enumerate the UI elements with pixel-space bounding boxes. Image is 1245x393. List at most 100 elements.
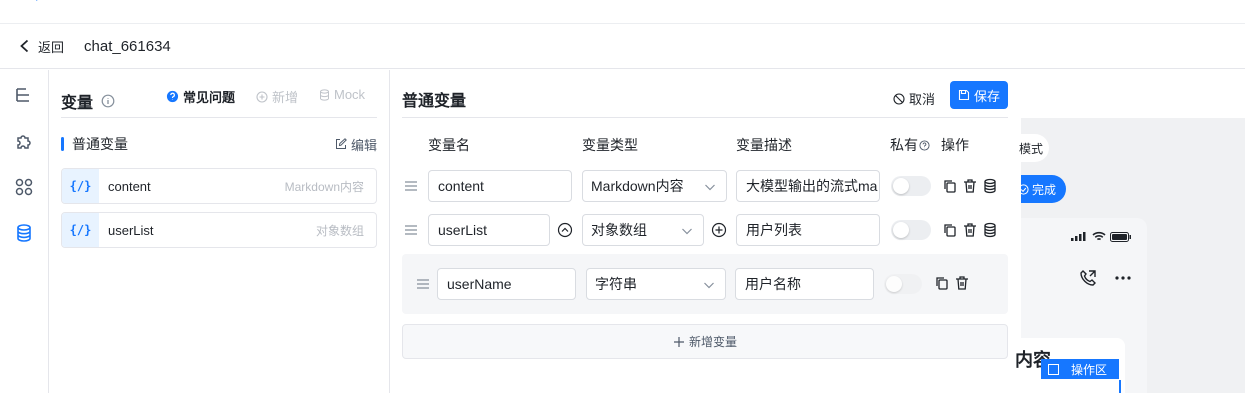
rail-item-components[interactable] (12, 175, 36, 199)
variable-name: userList (108, 222, 154, 238)
battery-icon (1110, 232, 1131, 242)
variable-description-input[interactable]: 用户列表 (736, 214, 880, 246)
rail-item-plugins[interactable] (12, 130, 36, 154)
plus-icon (673, 336, 684, 347)
done-label: 完成 (1032, 182, 1057, 197)
mode-label: 模式 (1019, 141, 1044, 156)
variable-row: userList 对象数组 用户列表 (402, 214, 1008, 246)
drag-handle-icon[interactable] (404, 225, 418, 235)
chevron-left-icon (20, 39, 29, 53)
save-icon (958, 89, 970, 101)
column-header-private-label: 私有 (890, 137, 918, 153)
chevron-down-icon (682, 228, 692, 235)
top-nav-fragment (36, 0, 38, 1)
variable-type-select[interactable]: 字符串 (586, 268, 726, 300)
mode-chip[interactable]: 模式 (1019, 134, 1049, 162)
section-title: 普通变量 (72, 136, 128, 152)
top-nav-strip (0, 0, 1245, 24)
edit-label: 编辑 (350, 137, 377, 153)
column-header-description: 变量描述 (736, 137, 792, 153)
back-label: 返回 (38, 39, 65, 55)
signal-icon (1071, 232, 1086, 241)
page-header: 返回 chat_661634 (0, 24, 1245, 69)
variable-item-content[interactable]: {/} content Markdown内容 (61, 168, 377, 204)
add-child-circle-icon[interactable] (711, 222, 727, 238)
rail-item-structure[interactable] (12, 84, 36, 108)
child-variable-row: userName 字符串 用户名称 (402, 254, 1008, 314)
rail-item-variables[interactable] (12, 221, 36, 245)
variable-name-input[interactable]: userList (428, 214, 550, 246)
database-icon (17, 224, 31, 242)
variable-type: 对象数组 (315, 223, 364, 238)
operation-zone-label: 操作区 (1071, 362, 1108, 377)
collapse-circle-icon[interactable] (557, 222, 573, 238)
variable-type-value: 字符串 (595, 276, 637, 292)
square-icon (1048, 363, 1059, 375)
database-icon (320, 88, 329, 101)
done-button[interactable]: 完成 (1018, 175, 1066, 203)
edit-icon (335, 138, 347, 149)
column-header-actions: 操作 (941, 137, 969, 153)
copy-icon[interactable] (934, 275, 950, 291)
variable-type: Markdown内容 (284, 179, 364, 194)
wifi-icon (1092, 231, 1106, 241)
variable-description-input[interactable]: 用户名称 (735, 268, 874, 300)
variables-panel-header: 变量 常见问题 新增 Mock (61, 84, 377, 118)
preview-area: 模式 完成 内容 操作区 (1015, 70, 1245, 393)
variable-name-input[interactable]: userName (437, 268, 576, 300)
trash-icon[interactable] (962, 178, 978, 194)
save-label: 保存 (973, 88, 1000, 104)
section-normal-variables: 普通变量 编辑 (61, 134, 377, 154)
chat-title: chat_661634 (84, 37, 171, 55)
phone-call-icon[interactable] (1079, 269, 1097, 287)
variable-type-select[interactable]: Markdown内容 (582, 170, 727, 202)
plus-circle-icon (256, 90, 268, 103)
selection-border (1119, 380, 1121, 393)
column-header-private: 私有 (890, 135, 930, 155)
variable-type-select[interactable]: 对象数组 (582, 214, 704, 246)
add-variable-button[interactable]: 新增变量 (402, 324, 1008, 359)
add-variable-label: 新增变量 (688, 335, 737, 349)
question-circle-icon[interactable] (919, 140, 930, 151)
add-label: 新增 (272, 90, 299, 105)
variable-type-badge: {/} (62, 169, 99, 203)
private-toggle-disabled[interactable] (884, 274, 922, 294)
variable-type-badge: {/} (62, 213, 99, 247)
mock-button-disabled[interactable]: Mock (319, 87, 365, 102)
save-button[interactable]: 保存 (950, 81, 1008, 109)
trash-icon[interactable] (954, 275, 970, 291)
database-icon[interactable] (982, 222, 998, 238)
chevron-down-icon (704, 282, 714, 289)
private-toggle[interactable] (891, 176, 931, 196)
copy-icon[interactable] (942, 222, 958, 238)
edit-button[interactable]: 编辑 (335, 135, 377, 154)
faq-label: 常见问题 (183, 90, 236, 105)
cancel-button[interactable]: 取消 (893, 89, 935, 108)
grid-icon (15, 178, 33, 196)
left-rail (0, 70, 49, 393)
info-icon[interactable] (101, 94, 115, 108)
check-circle-icon (1018, 183, 1029, 195)
database-icon[interactable] (982, 178, 998, 194)
add-variable-button-disabled[interactable]: 新增 (256, 87, 298, 106)
drag-handle-icon[interactable] (416, 279, 430, 289)
column-header-type: 变量类型 (582, 137, 638, 153)
variable-type-value: 对象数组 (591, 222, 647, 238)
variable-description-input[interactable]: 大模型输出的流式ma (736, 170, 880, 202)
cancel-label: 取消 (908, 92, 935, 107)
variable-name-input[interactable]: content (428, 170, 572, 202)
cancel-icon (893, 92, 905, 105)
variable-type-value: Markdown内容 (591, 178, 684, 194)
drag-handle-icon[interactable] (404, 181, 418, 191)
variable-name: content (108, 178, 151, 194)
editor-header: 普通变量 取消 保存 (402, 80, 1008, 118)
private-toggle[interactable] (891, 220, 931, 240)
copy-icon[interactable] (942, 178, 958, 194)
tree-list-icon (16, 88, 29, 102)
trash-icon[interactable] (962, 222, 978, 238)
operation-zone-tag[interactable]: 操作区 (1041, 359, 1119, 379)
more-icon[interactable] (1115, 276, 1131, 280)
faq-link[interactable]: 常见问题 (166, 87, 235, 106)
back-button[interactable]: 返回 (18, 37, 64, 56)
variable-item-userlist[interactable]: {/} userList 对象数组 (61, 212, 377, 248)
